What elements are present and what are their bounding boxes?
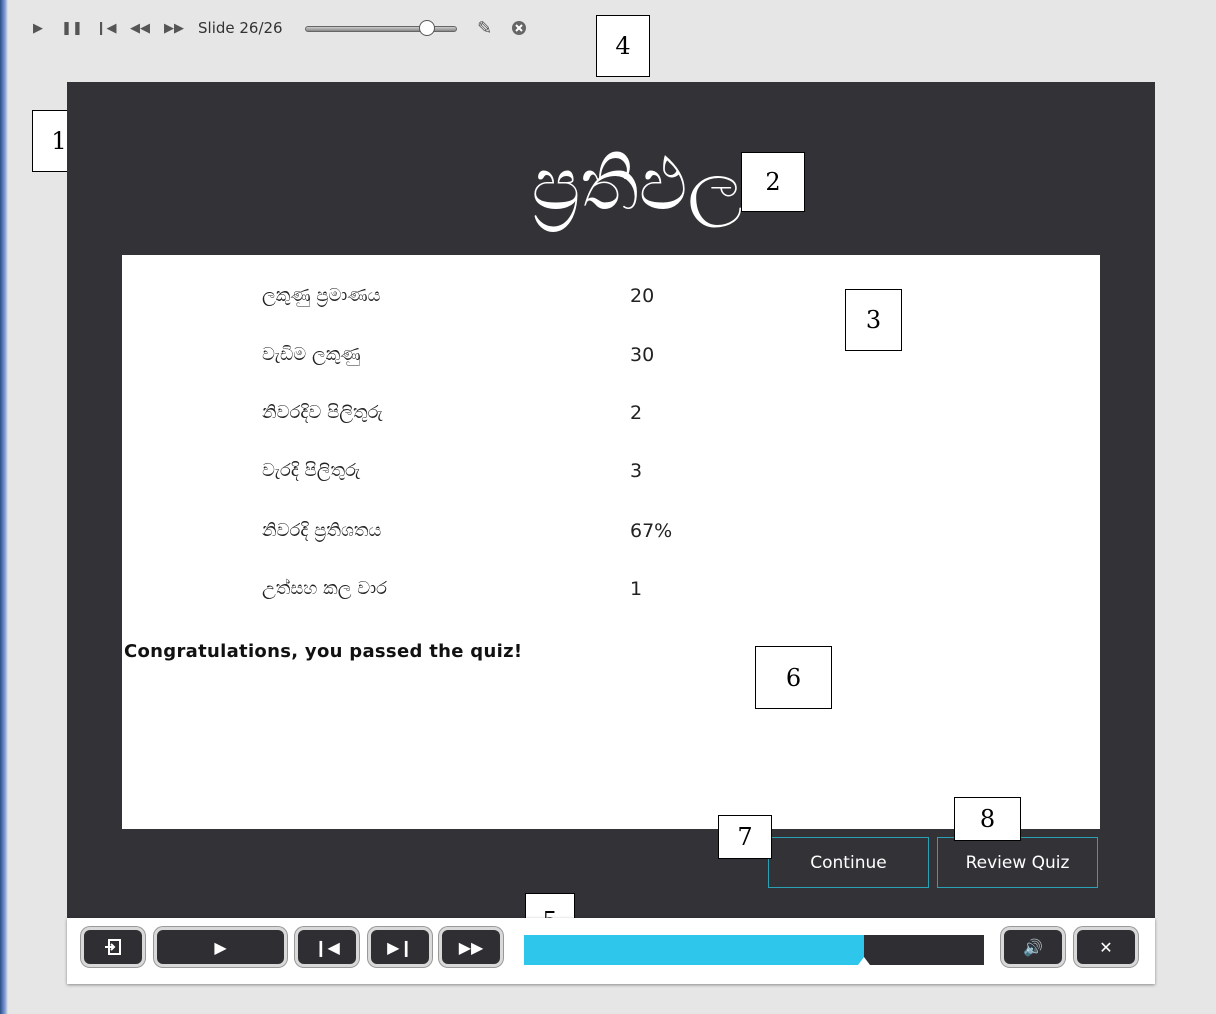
callout-6: 6	[755, 646, 832, 709]
close-button[interactable]: ✕	[1074, 927, 1138, 967]
next-icon: ▶❙	[387, 937, 413, 957]
fast-forward-button[interactable]: ▶▶	[439, 927, 503, 967]
callout-3: 3	[845, 289, 902, 351]
result-row: වැඩිම ලකුණු 30	[122, 344, 1100, 374]
rewind-start-icon[interactable]: ❙◀	[96, 18, 117, 38]
result-value: 67%	[630, 520, 673, 542]
result-value: 1	[630, 578, 643, 600]
previous-icon: ❙◀	[314, 937, 340, 957]
callout-8: 8	[954, 797, 1021, 841]
progress-bar[interactable]	[524, 935, 984, 965]
play-button[interactable]: ▶	[154, 927, 287, 967]
volume-button[interactable]: 🔊	[1001, 927, 1065, 967]
volume-icon: 🔊	[1023, 937, 1043, 957]
exit-button[interactable]	[81, 927, 145, 967]
result-label: වැඩිම ලකුණු	[262, 344, 361, 365]
close-icon: ✕	[1099, 937, 1113, 957]
play-icon: ▶	[214, 937, 227, 957]
result-value: 3	[630, 460, 643, 482]
playback-slider[interactable]	[304, 20, 457, 36]
result-row: ලකුණු ප්‍රමාණය 20	[122, 285, 1100, 315]
pass-message: Congratulations, you passed the quiz!	[124, 641, 523, 662]
callout-4: 4	[596, 15, 650, 77]
result-value: 30	[630, 344, 655, 366]
window-edge	[0, 0, 8, 1014]
result-label: ලකුණු ප්‍රමාණය	[262, 285, 381, 306]
fast-forward-icon: ▶▶	[458, 937, 484, 957]
playbar: ▶ ❙◀ ▶❙ ▶▶ 🔊 ✕	[67, 918, 1155, 984]
slide-stage: ප්‍රතිඵල ලකුණු ප්‍රමාණය 20 වැඩිම ලකුණු 3…	[67, 82, 1155, 918]
result-row: උත්සහ කල වාර 1	[122, 578, 1100, 608]
result-row: නිවරදි ප්‍රතිශතය 67%	[122, 520, 1100, 550]
exit-icon	[105, 939, 121, 955]
result-row: නිවරදිව පිලිතුරු 2	[122, 402, 1100, 432]
top-toolbar: ▶ ❚❚ ❙◀ ◀◀ ▶▶ Slide 26/26 ✎	[28, 12, 543, 44]
callout-7: 7	[718, 815, 772, 859]
continue-button[interactable]: Continue	[768, 837, 929, 888]
result-label: උත්සහ කල වාර	[262, 578, 387, 599]
fast-forward-icon[interactable]: ▶▶	[164, 18, 184, 38]
review-quiz-button[interactable]: Review Quiz	[937, 837, 1098, 888]
result-label: නිවරදි ප්‍රතිශතය	[262, 520, 382, 541]
results-panel: ලකුණු ප්‍රමාණය 20 වැඩිම ලකුණු 30 නිවරදිව…	[122, 255, 1100, 829]
result-label: නිවරදිව පිලිතුරු	[262, 402, 383, 423]
slider-handle[interactable]	[418, 20, 435, 36]
result-label: වැරදි පිලිතුරු	[262, 460, 361, 481]
progress-fill	[524, 935, 865, 965]
pause-icon[interactable]: ❚❚	[61, 18, 83, 38]
pencil-icon[interactable]: ✎	[475, 18, 495, 39]
rewind-icon[interactable]: ◀◀	[130, 18, 150, 38]
next-button[interactable]: ▶❙	[368, 927, 432, 967]
slide-counter: Slide 26/26	[198, 19, 283, 37]
callout-2: 2	[741, 152, 805, 212]
result-row: වැරදි පිලිතුරු 3	[122, 460, 1100, 490]
previous-button[interactable]: ❙◀	[295, 927, 359, 967]
result-value: 20	[630, 285, 655, 307]
result-value: 2	[630, 402, 643, 424]
progress-marker[interactable]	[858, 957, 871, 965]
play-icon[interactable]: ▶	[28, 18, 48, 38]
close-circle-icon[interactable]	[509, 18, 529, 38]
